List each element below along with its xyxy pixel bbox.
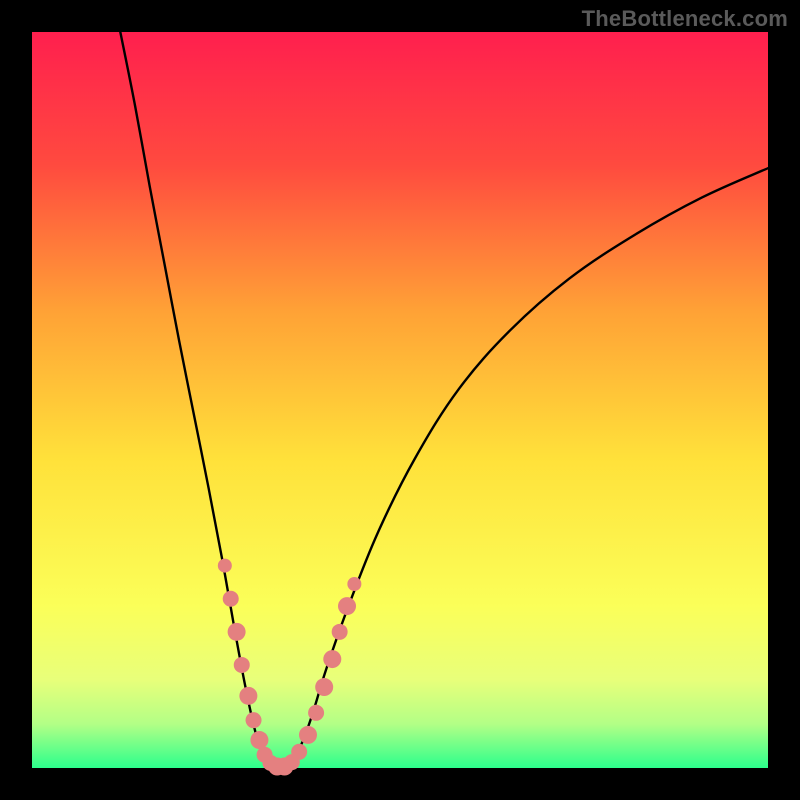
highlight-dot: [299, 726, 317, 744]
highlight-dot: [323, 650, 341, 668]
watermark-text: TheBottleneck.com: [582, 6, 788, 32]
highlight-dot: [315, 678, 333, 696]
highlight-dot: [308, 705, 324, 721]
highlight-dot: [223, 591, 239, 607]
highlight-dot: [218, 559, 232, 573]
highlight-dot: [347, 577, 361, 591]
highlight-dot: [234, 657, 250, 673]
chart-svg: [32, 32, 768, 768]
highlight-dot: [338, 597, 356, 615]
highlight-dot: [332, 624, 348, 640]
highlight-dot: [228, 623, 246, 641]
highlight-dot: [250, 731, 268, 749]
outer-frame: TheBottleneck.com: [0, 0, 800, 800]
highlight-dot: [291, 744, 307, 760]
curve-right-branch: [290, 168, 768, 764]
plot-area: [32, 32, 768, 768]
highlight-dot: [246, 712, 262, 728]
curve-left-branch: [120, 32, 267, 764]
highlight-dot: [239, 687, 257, 705]
